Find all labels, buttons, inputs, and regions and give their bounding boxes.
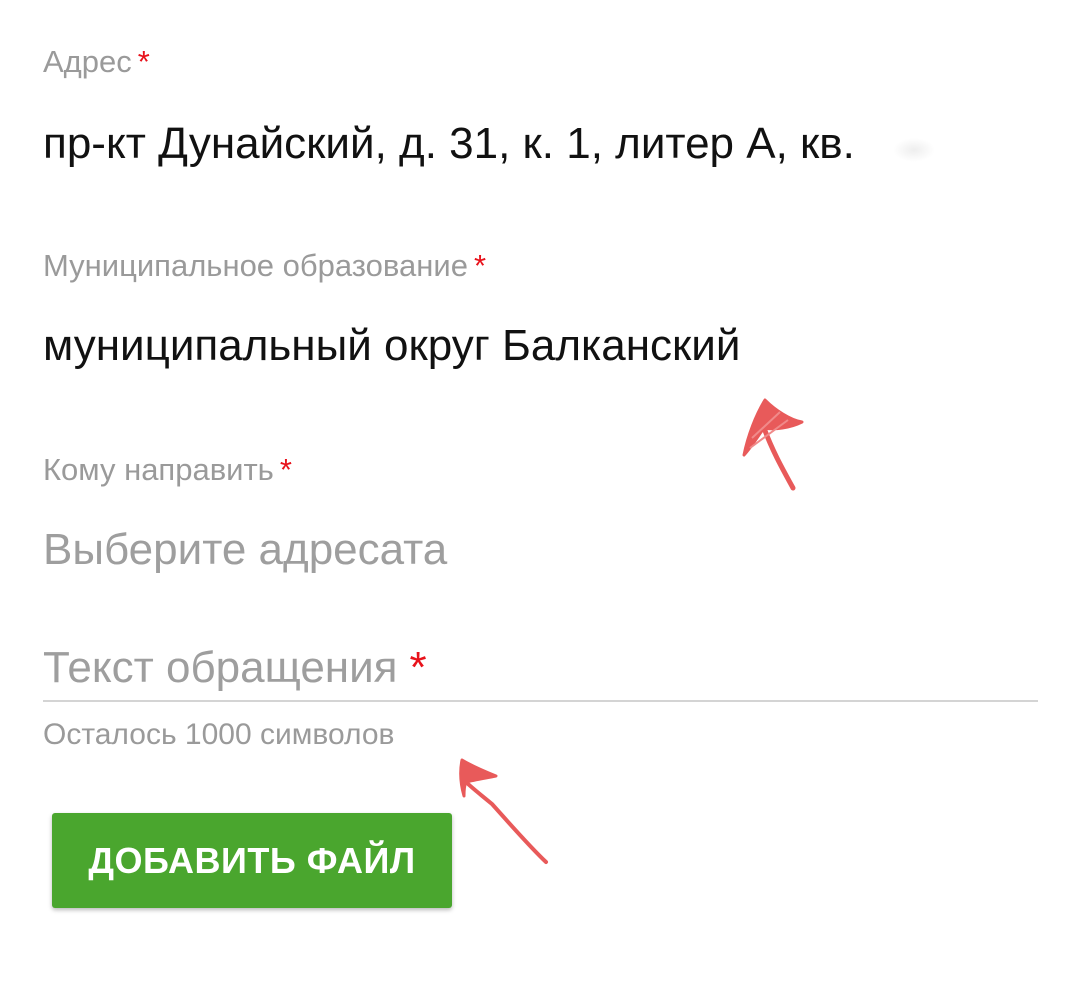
required-mark: *	[409, 643, 427, 692]
recipient-select[interactable]: Выберите адресата	[43, 524, 447, 576]
municipality-label: Муниципальное образование *	[43, 248, 486, 284]
required-mark: *	[473, 248, 487, 283]
message-textarea[interactable]: Текст обращения *	[43, 642, 427, 694]
municipality-label-text: Муниципальное образование	[43, 248, 468, 283]
message-placeholder: Текст обращения	[43, 643, 398, 692]
redacted-blur	[893, 138, 935, 162]
address-field[interactable]: пр-кт Дунайский, д. 31, к. 1, литер А, к…	[43, 118, 855, 170]
arrow-icon	[459, 758, 548, 864]
message-underline	[43, 700, 1038, 702]
municipality-field[interactable]: муниципальный округ Балканский	[43, 320, 740, 372]
required-mark: *	[137, 44, 150, 79]
recipient-label-text: Кому направить	[43, 452, 274, 487]
arrow-icon	[742, 398, 804, 491]
required-mark: *	[279, 452, 292, 487]
address-label-text: Адрес	[43, 44, 132, 79]
address-label: Адрес *	[43, 44, 150, 80]
recipient-label: Кому направить *	[43, 452, 292, 488]
add-file-button[interactable]: ДОБАВИТЬ ФАЙЛ	[52, 813, 452, 908]
character-counter: Осталось 1000 символов	[43, 718, 395, 751]
